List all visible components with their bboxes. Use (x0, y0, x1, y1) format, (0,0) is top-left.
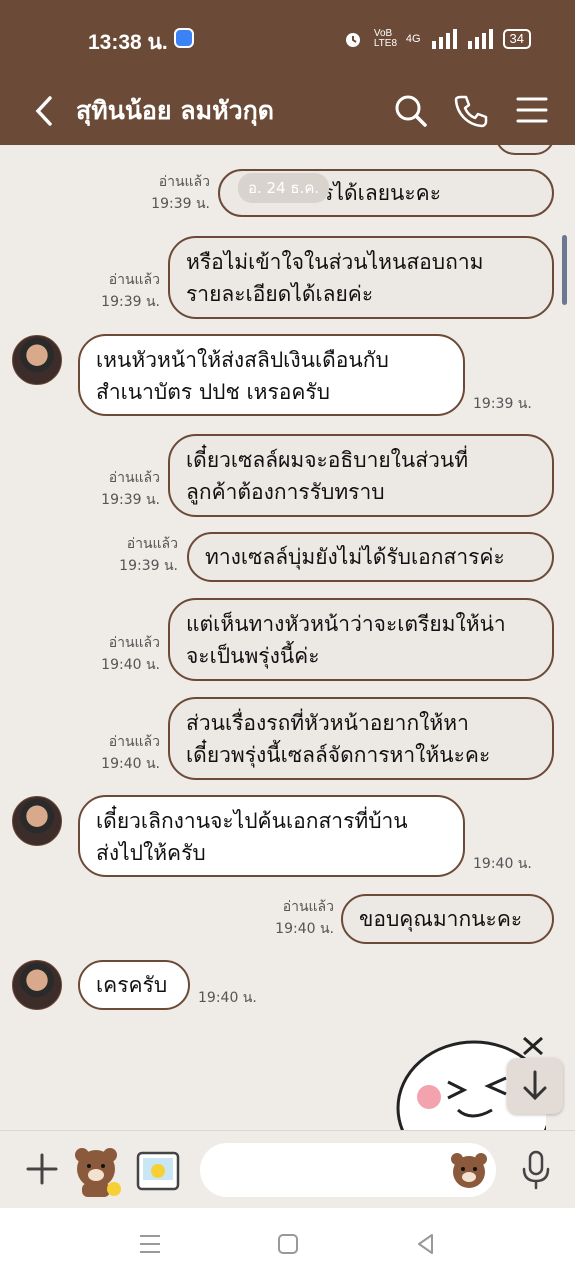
message-meta: อ่านแล้ว 19:40 น. (90, 731, 160, 775)
message-bubble-out[interactable]: ส่วนเรื่องรถที่หัวหน้าอยากให้หา เดี๋ยวพร… (168, 697, 554, 780)
search-icon[interactable] (388, 88, 432, 132)
message-time: 19:40 น. (473, 856, 532, 872)
message-bubble-out[interactable]: แต่เห็นทางหัวหน้าว่าจะเตรียมให้น่า จะเป็… (168, 598, 554, 681)
avatar[interactable] (12, 796, 62, 846)
read-status: อ่านแล้ว (282, 899, 334, 915)
message-meta: อ่านแล้ว 19:39 น. (100, 533, 178, 577)
message-meta: อ่านแล้ว 19:39 น. (90, 269, 160, 313)
read-status: อ่านแล้ว (158, 174, 210, 190)
sticker-icon[interactable] (68, 1143, 124, 1199)
message-bubble-in[interactable]: เหนหัวหน้าให้ส่งสลิปเงินเดือนกับ สำเนาบั… (78, 334, 465, 416)
message-bubble-in[interactable]: เดี๋ยวเลิกงานจะไปค้นเอกสารที่บ้าน ส่งไปใ… (78, 795, 465, 877)
message-bubble-out[interactable]: ทางเซลล์บุ่มยังไม่ได้รับเอกสารค่ะ (187, 532, 554, 582)
status-icons: VoB LTE8 4G 34 (342, 28, 531, 50)
message-line: เดี๋ยวเลิกงานจะไปค้นเอกสารที่บ้าน (96, 809, 408, 833)
message-time: 19:39 น. (151, 196, 210, 212)
message-time: 19:40 น. (275, 921, 334, 937)
mic-icon[interactable] (518, 1149, 554, 1191)
alarm-icon (345, 33, 360, 47)
chat-area[interactable]: อ่านแล้ว 19:39 น. ส่งเอกสารได้เลยนะคะ อ.… (0, 145, 575, 1130)
message-time: 19:39 น. (473, 396, 532, 412)
previous-message-tail (495, 145, 555, 155)
photo-icon[interactable] (134, 1147, 182, 1195)
contact-name[interactable]: สุทินน้อย ลมหัวกุด (76, 91, 274, 131)
date-separator: อ. 24 ธ.ค. (238, 173, 330, 203)
message-time: 19:40 น. (198, 990, 257, 1006)
message-meta: อ่านแล้ว 19:39 น. (130, 171, 210, 215)
message-time: 19:40 น. (101, 756, 160, 772)
message-time: 19:39 น. (119, 558, 178, 574)
notification-app-icon (174, 28, 194, 48)
nav-back-icon[interactable] (412, 1230, 440, 1258)
battery-level: 34 (502, 29, 531, 49)
message-meta: อ่านแล้ว 19:40 น. (90, 632, 160, 676)
emoji-icon[interactable] (448, 1149, 490, 1191)
read-status: อ่านแล้ว (108, 635, 160, 651)
message-bubble-out[interactable]: เดี๋ยวเซลล์ผมจะอธิบายในส่วนที่ ลูกค้าต้อ… (168, 434, 554, 517)
read-status: อ่านแล้ว (108, 470, 160, 486)
message-line: เดี๋ยวพรุ่งนี้เซลล์จัดการหาให้นะคะ (186, 743, 491, 767)
message-time: 19:40 น. (101, 657, 160, 673)
scrollbar[interactable] (562, 235, 567, 305)
message-line: ส่งไปให้ครับ (96, 841, 206, 865)
status-time: 13:38 น. (88, 31, 168, 54)
plus-icon[interactable] (24, 1151, 60, 1187)
phone-icon[interactable] (448, 88, 492, 132)
message-meta: อ่านแล้ว 19:39 น. (90, 467, 160, 511)
message-line: ลูกค้าต้องการรับทราบ (186, 480, 385, 504)
avatar[interactable] (12, 960, 62, 1010)
message-bubble-out[interactable]: ขอบคุณมากนะคะ (341, 894, 554, 944)
scroll-down-button[interactable] (507, 1058, 563, 1114)
home-icon[interactable] (274, 1230, 302, 1258)
message-bubble-out[interactable]: หรือไม่เข้าใจในส่วนไหนสอบถาม รายละเอียดไ… (168, 236, 554, 319)
read-status: อ่านแล้ว (108, 272, 160, 288)
message-line: เดี๋ยวเซลล์ผมจะอธิบายในส่วนที่ (186, 448, 469, 472)
back-icon[interactable] (26, 88, 66, 134)
network-4g: 4G (405, 33, 421, 45)
signal-icon-2 (467, 29, 493, 49)
recent-apps-icon[interactable] (136, 1230, 164, 1258)
message-time: 19:39 น. (101, 492, 160, 508)
message-bubble-in[interactable]: เครครับ (78, 960, 190, 1010)
message-line: เหนหัวหน้าให้ส่งสลิปเงินเดือนกับ (96, 348, 389, 372)
system-nav-bar (0, 1208, 575, 1280)
message-line: รายละเอียดได้เลยค่ะ (186, 282, 374, 306)
read-status: อ่านแล้ว (126, 536, 178, 552)
message-time: 19:39 น. (101, 294, 160, 310)
scroll-down-icon (523, 1070, 547, 1101)
avatar[interactable] (12, 335, 62, 385)
status-bar: 13:38 น. VoB LTE8 4G 34 (0, 0, 575, 78)
read-status: อ่านแล้ว (108, 734, 160, 750)
chat-header: สุทินน้อย ลมหัวกุด (0, 78, 575, 145)
signal-icon (431, 29, 457, 49)
message-line: หรือไม่เข้าใจในส่วนไหนสอบถาม (186, 250, 484, 274)
message-line: จะเป็นพรุ่งนี้ค่ะ (186, 644, 320, 668)
input-bar (0, 1130, 575, 1209)
message-line: สำเนาบัตร ปปช เหรอครับ (96, 380, 331, 404)
message-line: แต่เห็นทางหัวหน้าว่าจะเตรียมให้น่า (186, 612, 506, 636)
menu-icon[interactable] (510, 88, 554, 132)
network-label: VoB LTE8 (373, 28, 398, 49)
message-meta: อ่านแล้ว 19:40 น. (262, 896, 334, 940)
message-line: ส่วนเรื่องรถที่หัวหน้าอยากให้หา (186, 711, 469, 735)
